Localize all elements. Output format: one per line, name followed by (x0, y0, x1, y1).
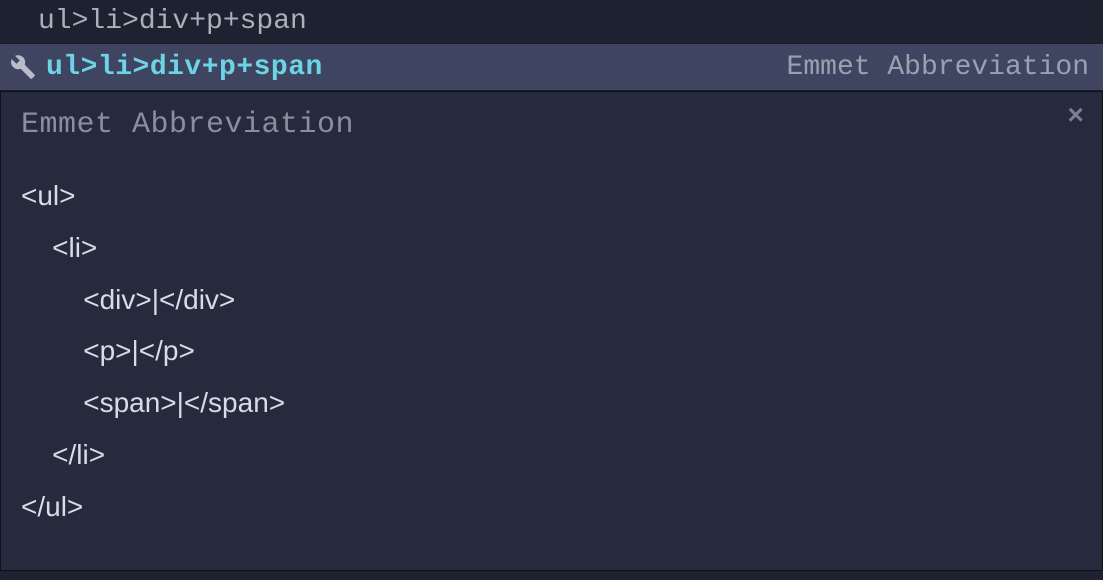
code-line: <span>|</span> (21, 387, 285, 418)
code-preview-block: <ul> <li> <div>|</div> <p>|</p> <span>|<… (21, 170, 1082, 533)
suggestion-match-text: ul>li>div+p+span (46, 52, 323, 83)
code-line: <p>|</p> (21, 335, 195, 366)
code-line: <div>|</div> (21, 284, 235, 315)
autocomplete-suggestion-row[interactable]: ul>li>div+p+span Emmet Abbreviation (0, 43, 1103, 91)
editor-input[interactable]: ul>li>div+p+span (0, 0, 1103, 43)
suggestion-left-group: ul>li>div+p+span (10, 52, 323, 83)
preview-panel-title: Emmet Abbreviation (21, 108, 1082, 142)
editor-input-text: ul>li>div+p+span (38, 6, 307, 37)
code-line: <ul> (21, 180, 76, 211)
suggestion-category-label: Emmet Abbreviation (787, 52, 1089, 83)
code-line: <li> (21, 232, 97, 263)
close-icon[interactable]: × (1067, 104, 1084, 132)
wrench-icon (10, 54, 36, 80)
code-line: </ul> (21, 491, 83, 522)
code-line: </li> (21, 439, 105, 470)
emmet-preview-panel: × Emmet Abbreviation <ul> <li> <div>|</d… (0, 91, 1103, 571)
